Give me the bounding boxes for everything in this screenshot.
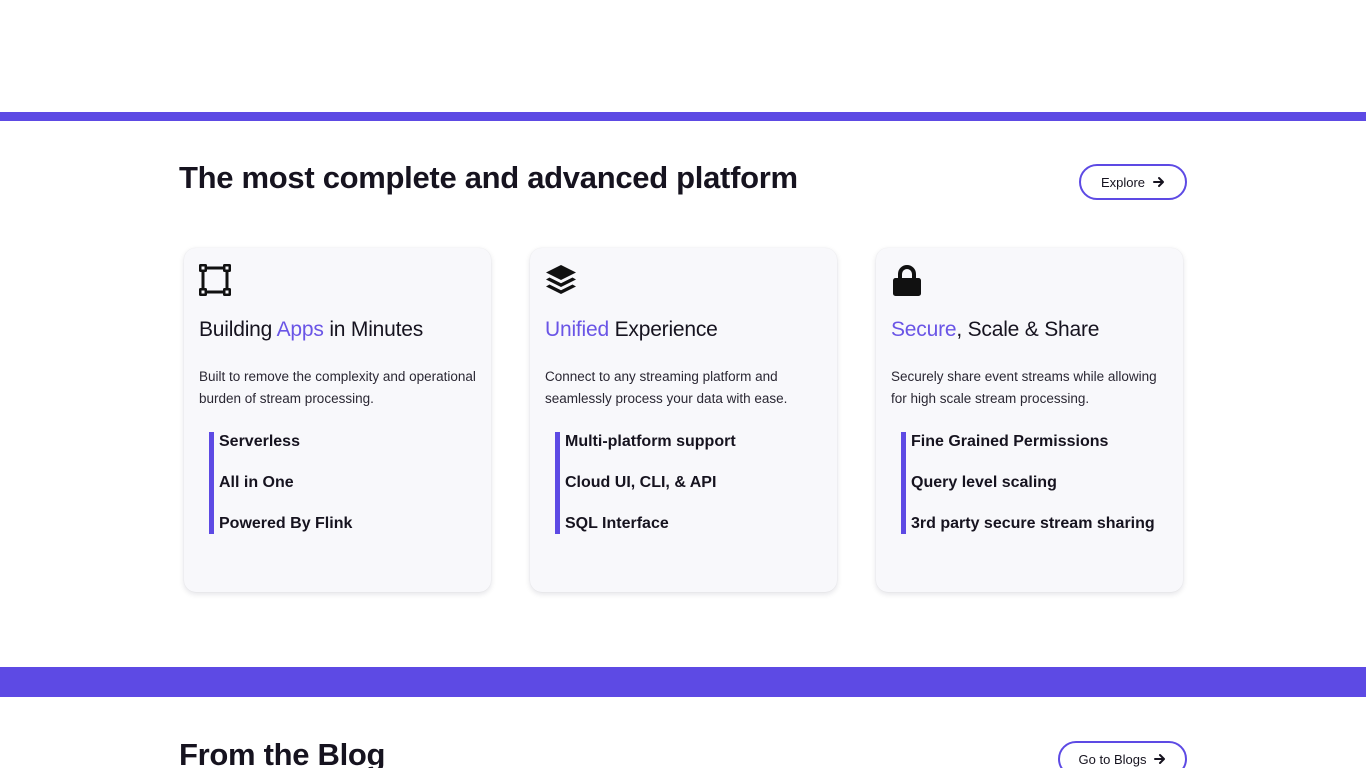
feature-list: Multi-platform support Cloud UI, CLI, & … <box>555 432 815 534</box>
blog-section-title: From the Blog <box>179 737 386 768</box>
feature-item: SQL Interface <box>565 515 669 532</box>
card-title-post: , Scale & Share <box>956 318 1100 341</box>
feature-card-unified: Unified Experience Connect to any stream… <box>530 248 837 592</box>
feature-card-secure: Secure, Scale & Share Securely share eve… <box>876 248 1183 592</box>
feature-item: All in One <box>219 474 294 491</box>
lock-icon <box>893 265 921 296</box>
feature-item: Multi-platform support <box>565 433 736 450</box>
card-title: Building Apps in Minutes <box>199 318 423 342</box>
card-title-highlight: Apps <box>276 318 324 341</box>
card-title-pre: Building <box>199 318 277 341</box>
section-divider-band <box>0 667 1366 697</box>
card-title-post: in Minutes <box>323 318 424 341</box>
card-title-post: Experience <box>608 318 718 341</box>
section-title: The most complete and advanced platform <box>179 160 798 195</box>
feature-list: Fine Grained Permissions Query level sca… <box>901 432 1161 534</box>
feature-item: 3rd party secure stream sharing <box>911 515 1155 532</box>
go-to-blogs-label: Go to Blogs <box>1078 751 1147 767</box>
go-to-blogs-button[interactable]: Go to Blogs <box>1058 741 1187 768</box>
card-description: Connect to any streaming platform and se… <box>545 369 788 406</box>
accent-stripe <box>0 112 1366 121</box>
explore-button-label: Explore <box>1100 174 1146 190</box>
card-title: Unified Experience <box>545 318 718 342</box>
arrow-right-icon <box>1154 754 1166 764</box>
card-title: Secure, Scale & Share <box>891 318 1099 342</box>
layer-group-icon <box>546 265 576 294</box>
feature-item: Cloud UI, CLI, & API <box>565 474 717 491</box>
header-area <box>0 0 1366 112</box>
explore-button[interactable]: Explore <box>1079 164 1187 200</box>
arrow-right-icon <box>1153 177 1165 187</box>
feature-item: Query level scaling <box>911 474 1057 491</box>
card-description: Built to remove the complexity and opera… <box>199 369 476 406</box>
feature-item: Powered By Flink <box>219 515 353 532</box>
feature-item: Serverless <box>219 433 300 450</box>
card-description: Securely share event streams while allow… <box>891 369 1157 406</box>
card-title-highlight: Secure <box>891 318 957 341</box>
feature-list: Serverless All in One Powered By Flink <box>209 432 469 534</box>
feature-item: Fine Grained Permissions <box>911 433 1109 450</box>
feature-card-apps: Building Apps in Minutes Built to remove… <box>184 248 491 592</box>
card-title-highlight: Unified <box>545 318 609 341</box>
vector-square-icon <box>199 264 231 296</box>
